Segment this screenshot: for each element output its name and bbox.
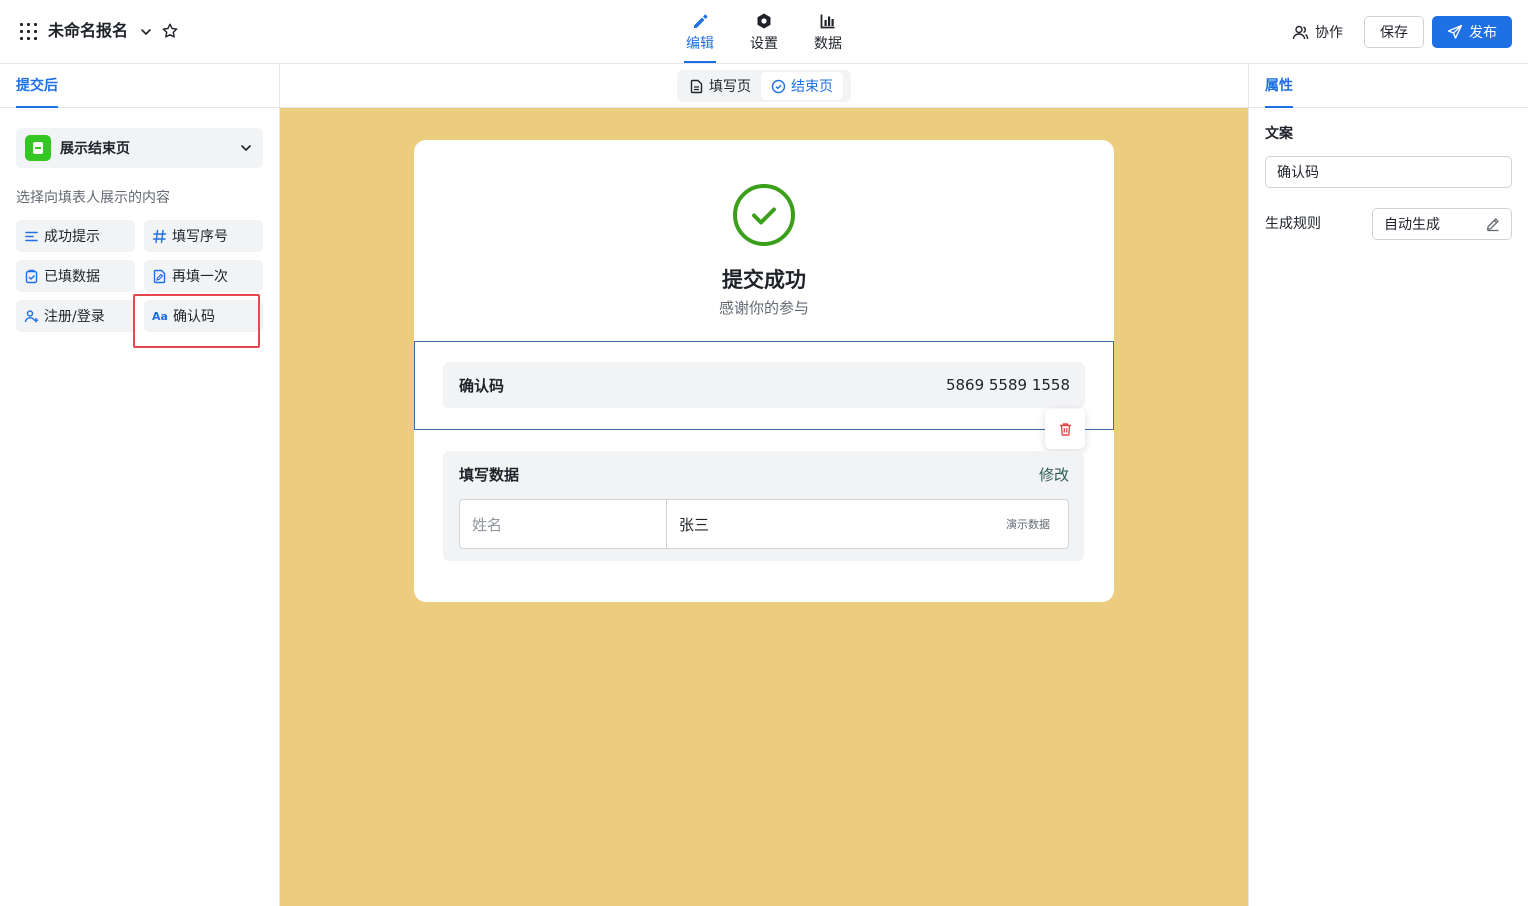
content-hint: 选择向填表人展示的内容 — [16, 190, 170, 206]
tab-data[interactable]: 数据 — [804, 10, 852, 64]
chip-success-tip[interactable]: 成功提示 — [16, 220, 135, 252]
edit-link[interactable]: 修改 — [1039, 464, 1069, 486]
clipboard-icon — [25, 269, 38, 283]
page-segment-control: 填写页 结束页 — [677, 70, 851, 102]
chip-confirm-code[interactable]: Aa 确认码 — [144, 300, 263, 332]
demo-data-tag: 演示数据 — [1006, 518, 1050, 531]
right-panel: 属性 文案 生成规则 自动生成 — [1248, 64, 1528, 906]
filled-data-table: 姓名 张三 演示数据 — [459, 499, 1069, 549]
chip-register-login[interactable]: 注册/登录 — [16, 300, 135, 332]
left-panel-tabbar: 提交后 — [0, 64, 279, 108]
generation-rule-label: 生成规则 — [1265, 216, 1321, 232]
field-name-value: 张三 — [679, 515, 710, 534]
tab-data-label: 数据 — [814, 36, 842, 52]
center-header: 填写页 结束页 — [280, 64, 1248, 108]
gear-icon — [757, 13, 771, 29]
success-check-icon — [733, 184, 795, 246]
top-bar: 未命名报名 编辑 设置 数据 协作 保存 发布 — [0, 0, 1528, 64]
segment-end-page[interactable]: 结束页 — [761, 72, 843, 100]
generation-rule-value: 自动生成 — [1384, 217, 1440, 233]
success-title: 提交成功 — [722, 268, 806, 292]
apps-grid-icon[interactable] — [20, 23, 37, 40]
tab-edit-label: 编辑 — [686, 36, 714, 52]
text-aa-icon: Aa — [152, 309, 168, 323]
edit-doc-icon — [153, 269, 166, 283]
copy-text-input[interactable] — [1265, 156, 1512, 188]
filled-data-title: 填写数据 — [459, 466, 520, 484]
end-page-card: 提交成功 感谢你的参与 确认码 5869 5589 1558 填写数据 修改 姓… — [414, 140, 1114, 602]
save-button[interactable]: 保存 — [1364, 16, 1424, 48]
chip-label: 填写序号 — [172, 229, 228, 245]
chip-label: 再填一次 — [172, 269, 228, 285]
tab-edit[interactable]: 编辑 — [676, 10, 724, 64]
user-plus-icon — [24, 309, 39, 322]
trash-icon — [1059, 422, 1071, 436]
chip-filled-data[interactable]: 已填数据 — [16, 260, 135, 292]
hash-icon — [152, 229, 167, 243]
chip-fill-number[interactable]: 填写序号 — [144, 220, 263, 252]
display-mode-label: 展示结束页 — [60, 141, 130, 157]
chevron-down-icon — [241, 145, 251, 151]
collaborate-button[interactable]: 协作 — [1286, 17, 1349, 47]
segment-label: 填写页 — [709, 79, 751, 95]
generation-rule-field[interactable]: 自动生成 — [1372, 208, 1512, 240]
chip-label: 成功提示 — [44, 229, 100, 245]
preview-canvas: 提交成功 感谢你的参与 确认码 5869 5589 1558 填写数据 修改 姓… — [280, 108, 1248, 906]
confirm-code-value: 5869 5589 1558 — [945, 376, 1070, 394]
segment-label: 结束页 — [791, 79, 833, 95]
tab-properties[interactable]: 属性 — [1265, 76, 1293, 108]
left-panel: 提交后 展示结束页 选择向填表人展示的内容 成功提示 填写序号 已填数据 再填一… — [0, 64, 280, 906]
right-panel-tabbar: 属性 — [1249, 64, 1528, 108]
chip-label: 确认码 — [173, 309, 215, 325]
publish-label: 发布 — [1469, 25, 1497, 41]
tab-after-submit[interactable]: 提交后 — [16, 76, 58, 108]
pencil-icon — [694, 14, 708, 28]
lines-icon — [25, 231, 38, 241]
field-name-key: 姓名 — [460, 500, 667, 548]
copy-text-label: 文案 — [1265, 126, 1293, 142]
chip-label: 已填数据 — [44, 269, 100, 285]
pencil-icon[interactable] — [1485, 216, 1501, 232]
confirm-code-block[interactable]: 确认码 5869 5589 1558 — [414, 341, 1114, 430]
chip-label: 注册/登录 — [44, 309, 105, 325]
doc-icon — [690, 79, 703, 93]
tab-settings-label: 设置 — [750, 36, 778, 52]
display-mode-select[interactable]: 展示结束页 — [16, 128, 263, 168]
field-name-value-cell: 张三 演示数据 — [667, 500, 1068, 548]
publish-button[interactable]: 发布 — [1432, 16, 1512, 48]
end-page-icon — [25, 135, 51, 161]
app-title[interactable]: 未命名报名 — [48, 20, 128, 42]
chip-fill-again[interactable]: 再填一次 — [144, 260, 263, 292]
confirm-code-row: 确认码 5869 5589 1558 — [443, 362, 1085, 408]
collaborate-label: 协作 — [1315, 25, 1343, 41]
confirm-code-label: 确认码 — [459, 376, 505, 395]
delete-button[interactable] — [1045, 409, 1085, 449]
success-subtitle: 感谢你的参与 — [718, 299, 809, 317]
chevron-down-icon[interactable] — [138, 24, 154, 40]
send-icon — [1447, 24, 1463, 39]
filled-data-block: 填写数据 修改 姓名 张三 演示数据 — [443, 451, 1084, 561]
user-icon — [1292, 25, 1309, 39]
bar-chart-icon — [820, 14, 835, 29]
segment-fill-page[interactable]: 填写页 — [679, 72, 761, 100]
check-circle-icon — [771, 79, 786, 93]
tab-settings[interactable]: 设置 — [740, 10, 788, 64]
star-icon[interactable] — [161, 22, 179, 40]
